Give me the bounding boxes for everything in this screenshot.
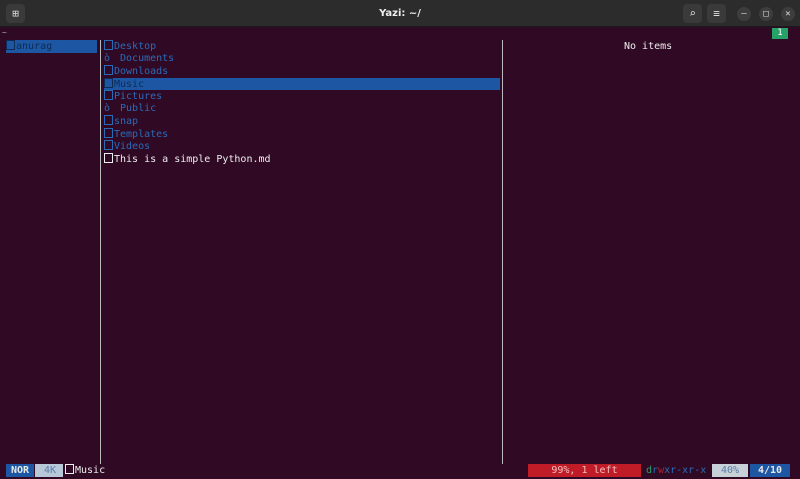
folder-icon xyxy=(104,40,113,50)
file-name: Downloads xyxy=(114,66,169,77)
file-name: Desktop xyxy=(114,41,157,52)
file-list-item[interactable]: Desktop xyxy=(104,40,500,53)
file-list-item[interactable]: Pictures xyxy=(104,90,500,103)
search-icon[interactable]: ⌕ xyxy=(683,4,702,23)
file-name: This is a simple Python.md xyxy=(114,153,271,165)
file-name: Documents xyxy=(114,52,175,64)
folder-icon xyxy=(104,115,113,125)
file-list-item[interactable]: Videos xyxy=(104,140,500,153)
file-list-item[interactable]: This is a simple Python.md xyxy=(104,152,500,166)
new-tab-icon[interactable]: ⊞ xyxy=(6,4,25,23)
close-icon[interactable]: ✕ xyxy=(781,7,795,21)
maximize-icon[interactable]: □ xyxy=(759,7,773,21)
file-name: Music xyxy=(114,78,145,90)
current-path: ~ xyxy=(2,28,7,37)
file-list-item[interactable]: ò Documents xyxy=(104,53,500,66)
file-list-item[interactable]: snap xyxy=(104,115,500,128)
folder-icon xyxy=(65,464,74,474)
mode-badge: NOR xyxy=(6,464,34,477)
scroll-percent: 40% xyxy=(712,464,748,477)
folder-icon xyxy=(104,140,113,150)
pane-divider xyxy=(100,40,101,464)
folder-icon xyxy=(6,40,15,50)
permissions: drwxr-xr-x xyxy=(646,465,707,476)
folder-icon xyxy=(104,77,113,88)
folder-icon xyxy=(104,65,113,75)
hovered-name: Music xyxy=(65,464,105,477)
file-name: Templates xyxy=(114,128,169,140)
file-name: snap xyxy=(114,116,139,127)
title-bar: ⊞ Yazi: ~/ ⌕ ≡ – □ ✕ xyxy=(0,0,800,27)
pane-divider xyxy=(502,40,503,464)
task-progress[interactable]: 99%, 1 left xyxy=(528,464,641,477)
file-list-item[interactable]: Music xyxy=(104,77,500,90)
menu-icon[interactable]: ≡ xyxy=(707,4,726,23)
special-folder-icon: ò xyxy=(104,52,111,64)
parent-item-anurag[interactable]: anurag xyxy=(6,40,97,53)
cursor-position: 4/10 xyxy=(750,464,790,477)
preview-empty: No items xyxy=(624,41,673,52)
folder-icon xyxy=(104,127,113,138)
file-name: Pictures xyxy=(114,91,163,102)
folder-icon xyxy=(104,90,113,100)
special-folder-icon: ò xyxy=(104,102,111,114)
window-title: Yazi: ~/ xyxy=(379,7,421,19)
file-name: Videos xyxy=(114,141,151,152)
file-list-item[interactable]: ò Public xyxy=(104,103,500,116)
size-badge: 4K xyxy=(35,464,63,477)
file-list-item[interactable]: Downloads xyxy=(104,65,500,78)
file-name: Public xyxy=(114,102,157,114)
minimize-icon[interactable]: – xyxy=(737,7,751,21)
file-icon xyxy=(104,152,113,163)
file-list-item[interactable]: Templates xyxy=(104,127,500,141)
tab-1[interactable]: 1 xyxy=(772,28,788,39)
